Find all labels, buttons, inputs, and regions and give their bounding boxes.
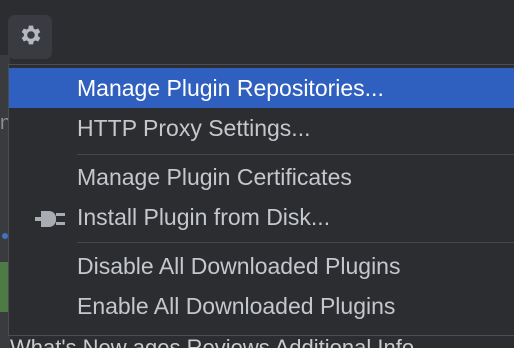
- menu-item-install-plugin-from-disk[interactable]: Install Plugin from Disk...: [9, 197, 514, 237]
- menu-item-label: Manage Plugin Certificates: [77, 163, 352, 190]
- menu-item-http-proxy-settings[interactable]: HTTP Proxy Settings...: [9, 108, 514, 148]
- menu-item-manage-plugin-certificates[interactable]: Manage Plugin Certificates: [9, 157, 514, 197]
- settings-gear-button[interactable]: [8, 15, 52, 59]
- menu-item-label: Disable All Downloaded Plugins: [77, 252, 401, 279]
- menu-item-disable-all-downloaded-plugins[interactable]: Disable All Downloaded Plugins: [9, 246, 514, 286]
- plugin-settings-menu: Manage Plugin Repositories... HTTP Proxy…: [8, 64, 514, 336]
- menu-item-label: HTTP Proxy Settings...: [77, 114, 311, 141]
- menu-separator: [77, 242, 514, 243]
- menu-item-label: Install Plugin from Disk...: [77, 203, 331, 230]
- menu-separator: [77, 154, 514, 155]
- menu-item-label: Enable All Downloaded Plugins: [77, 292, 396, 319]
- menu-item-enable-all-downloaded-plugins[interactable]: Enable All Downloaded Plugins: [9, 286, 514, 326]
- gear-icon: [17, 22, 43, 53]
- plug-icon: [33, 206, 67, 232]
- menu-item-manage-plugin-repositories[interactable]: Manage Plugin Repositories...: [9, 68, 514, 108]
- background-tabs-fragment: What's New ages Reviews Additional Info: [10, 336, 514, 348]
- menu-item-label: Manage Plugin Repositories...: [77, 74, 384, 101]
